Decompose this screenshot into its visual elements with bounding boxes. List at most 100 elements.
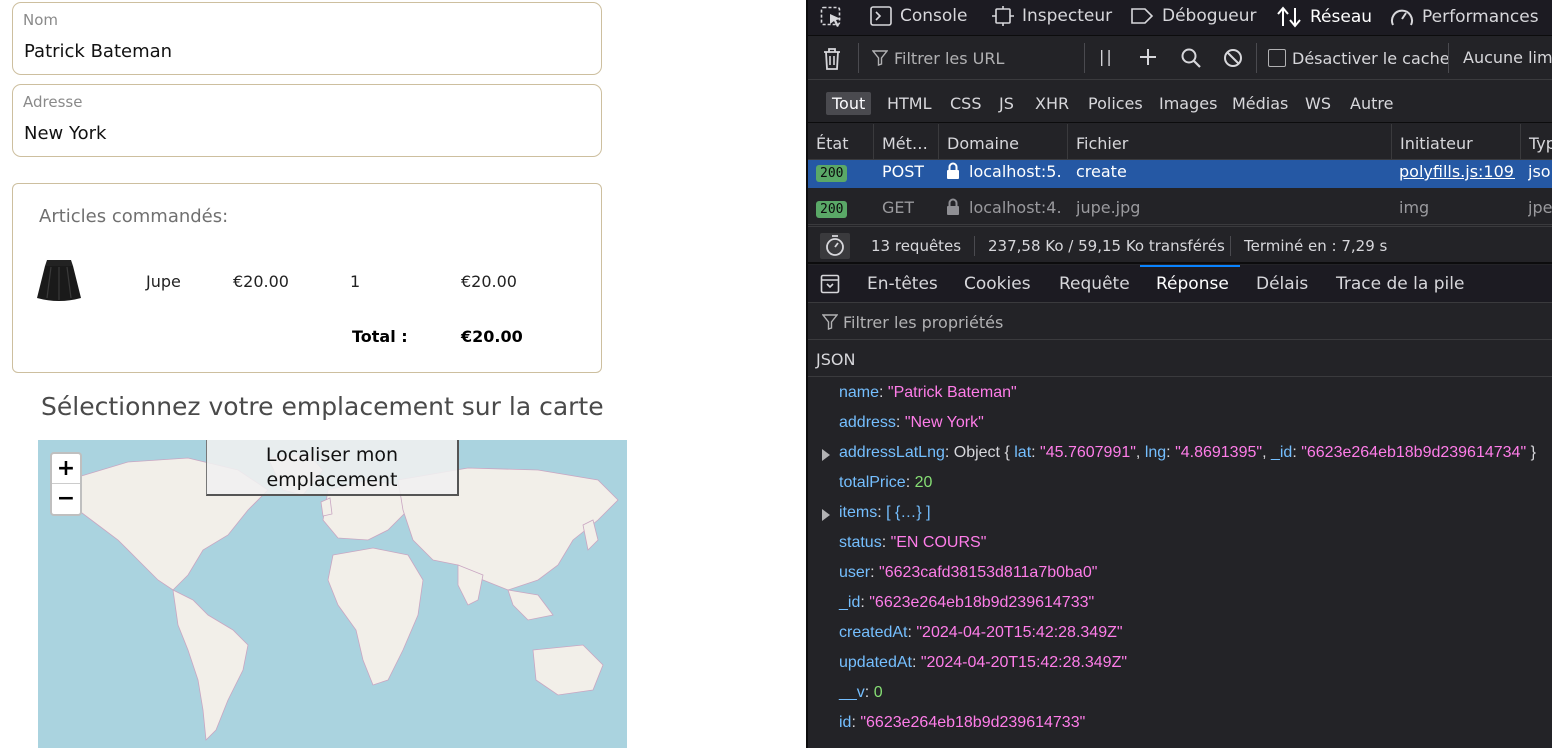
debugger-icon [1131, 8, 1154, 24]
expand-triangle-icon[interactable] [822, 509, 830, 521]
column-initiator[interactable]: Initiateur [1391, 124, 1520, 160]
tab-inspector[interactable]: Inspecteur [992, 6, 1112, 26]
tab-request[interactable]: Requête [1059, 274, 1130, 294]
tab-cookies[interactable]: Cookies [964, 274, 1031, 294]
type-xhr[interactable]: XHR [1029, 92, 1075, 115]
type-html[interactable]: HTML [881, 92, 938, 115]
json-row-expandable[interactable]: addressLatLng: Object { lat: "45.7607991… [822, 444, 1536, 462]
inspector-icon [992, 6, 1014, 26]
tab-timings[interactable]: Délais [1256, 274, 1308, 294]
pause-button[interactable]: || [1099, 47, 1114, 66]
address-field-value[interactable]: New York [24, 123, 106, 144]
ordered-items-title: Articles commandés: [39, 206, 229, 227]
request-details-tabs: En-têtes Cookies Requête Réponse Délais … [808, 265, 1552, 303]
column-file[interactable]: Fichier [1067, 124, 1391, 160]
item-price: €20.00 [233, 272, 289, 291]
tab-console[interactable]: Console [870, 6, 968, 26]
request-type: json [1528, 162, 1552, 181]
total-value: €20.00 [461, 327, 523, 346]
request-type: jpeg [1528, 198, 1552, 217]
table-row[interactable]: 200 POST localhost:5… create polyfills.j… [808, 160, 1552, 188]
item-quantity: 1 [350, 272, 361, 291]
disable-cache-checkbox[interactable] [1268, 49, 1286, 67]
type-fonts[interactable]: Polices [1082, 92, 1149, 115]
tab-debugger-label: Débogueur [1162, 6, 1257, 26]
type-all[interactable]: Tout [826, 92, 872, 115]
performance-icon [1391, 9, 1413, 26]
trash-icon[interactable] [822, 47, 842, 75]
lock-icon [946, 189, 960, 225]
item-name: Jupe [146, 272, 181, 291]
ordered-items-card: Articles commandés: Jupe €20.00 1 €20.00… [12, 183, 602, 373]
zoom-in-button[interactable]: + [52, 454, 80, 484]
stopwatch-icon[interactable] [820, 233, 850, 259]
column-status[interactable]: État [808, 124, 873, 160]
tab-performance[interactable]: Performances [1390, 6, 1539, 28]
divider [1230, 236, 1231, 256]
name-field-label: Nom [23, 11, 59, 29]
disable-cache-label: Désactiver le cache [1292, 49, 1450, 68]
json-row: totalPrice: 20 [839, 474, 933, 491]
item-subtotal: €20.00 [461, 272, 517, 291]
zoom-out-button[interactable]: − [52, 484, 80, 514]
address-field[interactable]: Adresse New York [12, 84, 602, 157]
divider [1256, 43, 1257, 73]
locate-me-button[interactable]: Localiser mon emplacement [206, 440, 459, 496]
status-badge: 200 [816, 160, 848, 188]
divider [974, 236, 975, 256]
tab-debugger[interactable]: Débogueur [1130, 6, 1257, 26]
table-row[interactable]: 200 GET localhost:4… jupe.jpg img jpeg [808, 189, 1552, 225]
transfer-size: 237,58 Ko / 59,15 Ko transférés [988, 237, 1225, 255]
type-images[interactable]: Images [1153, 92, 1223, 115]
type-media[interactable]: Médias [1226, 92, 1294, 115]
divider [1084, 43, 1085, 73]
url-filter-input[interactable]: Filtrer les URL [894, 49, 1004, 68]
filter-icon [871, 50, 889, 70]
column-domain[interactable]: Domaine [938, 124, 1067, 160]
tab-network-label: Réseau [1310, 7, 1373, 27]
request-initiator-link[interactable]: polyfills.js:109… [1399, 160, 1515, 188]
type-ws[interactable]: WS [1299, 92, 1337, 115]
console-icon [870, 6, 892, 26]
tab-network[interactable]: Réseau [1276, 6, 1372, 28]
json-row: createdAt: "2024-04-20T15:42:28.349Z" [839, 624, 1123, 641]
sidebar-toggle-icon[interactable] [820, 274, 840, 298]
column-method[interactable]: Mét… [873, 124, 938, 160]
tab-response[interactable]: Réponse [1156, 274, 1229, 294]
type-css[interactable]: CSS [944, 92, 987, 115]
map-title: Sélectionnez votre emplacement sur la ca… [41, 392, 604, 421]
property-filter-input[interactable]: Filtrer les propriétés [843, 313, 1003, 332]
json-row: name: "Patrick Bateman" [839, 384, 1017, 401]
json-row: address: "New York" [839, 414, 984, 431]
tab-performance-label: Performances [1422, 7, 1539, 27]
json-header-label: JSON [816, 350, 856, 369]
name-field[interactable]: Nom Patrick Bateman [12, 2, 602, 75]
plus-icon[interactable] [1138, 47, 1158, 71]
json-row: updatedAt: "2024-04-20T15:42:28.349Z" [839, 654, 1128, 671]
tab-inspector-label: Inspecteur [1022, 6, 1113, 26]
request-initiator: img [1399, 198, 1430, 217]
tab-headers[interactable]: En-têtes [867, 274, 938, 294]
request-type-filter: Tout HTML CSS JS XHR Polices Images Médi… [808, 81, 1552, 123]
name-field-value[interactable]: Patrick Bateman [24, 41, 172, 62]
network-icon [1277, 6, 1301, 28]
json-section-header: JSON [808, 341, 1552, 377]
type-js[interactable]: JS [993, 92, 1020, 115]
json-row: _id: "6623e264eb18b9d239614733" [839, 594, 1095, 611]
request-domain: localhost:4… [969, 198, 1063, 217]
search-icon[interactable] [1180, 47, 1202, 73]
throttling-select[interactable]: Aucune limit [1463, 48, 1552, 67]
block-icon[interactable] [1223, 48, 1243, 72]
json-row-expandable[interactable]: items: [ {…} ] [822, 504, 931, 522]
address-field-label: Adresse [23, 93, 83, 111]
world-map[interactable]: + − Localiser mon emplacement [38, 440, 627, 748]
column-type[interactable]: Typ [1520, 124, 1552, 160]
tab-stack-trace[interactable]: Trace de la pile [1336, 274, 1464, 294]
expand-triangle-icon[interactable] [822, 449, 830, 461]
finish-time: Terminé en : 7,29 s [1244, 237, 1388, 255]
request-domain: localhost:5… [969, 162, 1063, 181]
type-other[interactable]: Autre [1344, 92, 1399, 115]
element-picker-icon[interactable] [820, 6, 844, 28]
json-row: id: "6623e264eb18b9d239614733" [839, 714, 1086, 731]
request-file: create [1076, 162, 1127, 181]
